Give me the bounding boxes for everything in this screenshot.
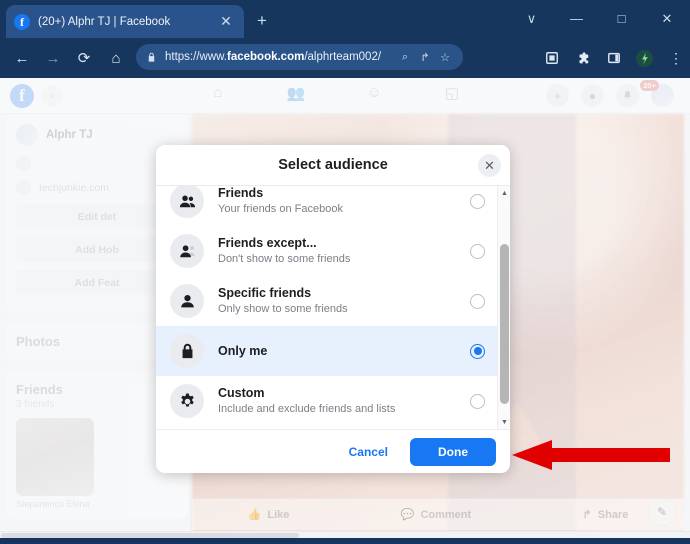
dialog-title: Select audience: [278, 157, 388, 173]
annotation-arrow-icon: [512, 440, 672, 470]
radio-custom[interactable]: [470, 394, 485, 409]
option-label: Specific friends: [218, 286, 470, 301]
audience-option-friends[interactable]: Friends Your friends on Facebook: [156, 186, 497, 226]
radio-friends[interactable]: [470, 194, 485, 209]
audience-option-custom[interactable]: Custom Include and exclude friends and l…: [156, 376, 497, 426]
scrollbar-thumb[interactable]: [500, 244, 509, 404]
maximize-icon[interactable]: □: [599, 0, 644, 37]
browser-navbar: ← → ⟳ ⌂ https://www.facebook.com/alphrte…: [0, 37, 690, 78]
radio-friends-except[interactable]: [470, 244, 485, 259]
option-sublabel: Don't show to some friends: [218, 252, 470, 266]
bookmark-star-icon[interactable]: ☆: [435, 51, 455, 64]
dialog-scrollbar[interactable]: ▲ ▼: [497, 186, 510, 429]
tab-title: (20+) Alphr TJ | Facebook: [38, 16, 216, 28]
sidepanel-icon[interactable]: [602, 46, 626, 70]
dialog-body: Friends Your friends on Facebook Friends…: [156, 186, 510, 429]
profile-avatar-icon[interactable]: [632, 46, 656, 70]
option-text: Custom Include and exclude friends and l…: [218, 386, 470, 416]
option-text: Friends except... Don't show to some fri…: [218, 236, 470, 266]
extensions-icon[interactable]: [571, 46, 595, 70]
tab-close-icon[interactable]: ✕: [216, 12, 236, 32]
minimize-icon[interactable]: —: [554, 0, 599, 37]
dialog-header: Select audience ✕: [156, 145, 510, 186]
audience-option-specific-friends[interactable]: Specific friends Only show to some frien…: [156, 276, 497, 326]
share-icon[interactable]: ↱: [415, 51, 435, 64]
option-sublabel: Include and exclude friends and lists: [218, 402, 470, 416]
scroll-down-icon[interactable]: ▼: [498, 415, 510, 429]
option-sublabel: Your friends on Facebook: [218, 202, 470, 216]
screenshot-icon[interactable]: [540, 46, 564, 70]
gear-icon: [170, 384, 204, 418]
chevron-down-icon[interactable]: ∨: [509, 0, 554, 37]
specific-friends-icon: [170, 284, 204, 318]
option-sublabel: Only show to some friends: [218, 302, 470, 316]
close-icon[interactable]: ✕: [478, 154, 501, 177]
friends-except-icon: [170, 234, 204, 268]
option-text: Friends Your friends on Facebook: [218, 186, 470, 216]
address-bar[interactable]: https://www.facebook.com/alphrteam002/ ⌕…: [136, 44, 463, 70]
browser-titlebar: f (20+) Alphr TJ | Facebook ✕ + ∨ — □ ✕: [0, 0, 690, 37]
reload-icon[interactable]: ⟳: [72, 46, 96, 70]
home-icon[interactable]: ⌂: [104, 46, 128, 70]
back-icon[interactable]: ←: [10, 46, 34, 70]
facebook-favicon-icon: f: [14, 14, 30, 30]
done-button[interactable]: Done: [410, 438, 496, 466]
scroll-up-icon[interactable]: ▲: [498, 186, 510, 200]
url-text: https://www.facebook.com/alphrteam002/: [165, 51, 395, 63]
friends-group-icon: [170, 186, 204, 218]
browser-chrome: f (20+) Alphr TJ | Facebook ✕ + ∨ — □ ✕ …: [0, 0, 690, 78]
zoom-icon[interactable]: ⌕: [395, 51, 415, 64]
browser-menu-icon[interactable]: ⋮: [664, 46, 688, 70]
lock-icon: [146, 52, 157, 63]
cancel-button[interactable]: Cancel: [341, 440, 396, 464]
select-audience-dialog: Select audience ✕ Friends Your friends o…: [156, 145, 510, 473]
option-label: Friends except...: [218, 236, 470, 251]
browser-tab[interactable]: f (20+) Alphr TJ | Facebook ✕: [6, 5, 244, 38]
window-close-icon[interactable]: ✕: [644, 0, 690, 37]
option-text: Specific friends Only show to some frien…: [218, 286, 470, 316]
forward-icon[interactable]: →: [41, 46, 65, 70]
new-tab-button[interactable]: +: [252, 11, 272, 31]
window-controls: ∨ — □ ✕: [509, 0, 690, 37]
audience-option-only-me[interactable]: Only me: [156, 326, 497, 376]
screenshot-root: f (20+) Alphr TJ | Facebook ✕ + ∨ — □ ✕ …: [0, 0, 690, 544]
audience-option-friends-except[interactable]: Friends except... Don't show to some fri…: [156, 226, 497, 276]
lock-icon: [170, 334, 204, 368]
option-label: Only me: [218, 344, 470, 359]
option-label: Friends: [218, 186, 470, 201]
radio-only-me[interactable]: [470, 344, 485, 359]
radio-specific-friends[interactable]: [470, 294, 485, 309]
audience-option-list: Friends Your friends on Facebook Friends…: [156, 186, 497, 426]
dialog-footer: Cancel Done: [156, 429, 510, 473]
option-text: Only me: [218, 344, 470, 359]
option-label: Custom: [218, 386, 470, 401]
